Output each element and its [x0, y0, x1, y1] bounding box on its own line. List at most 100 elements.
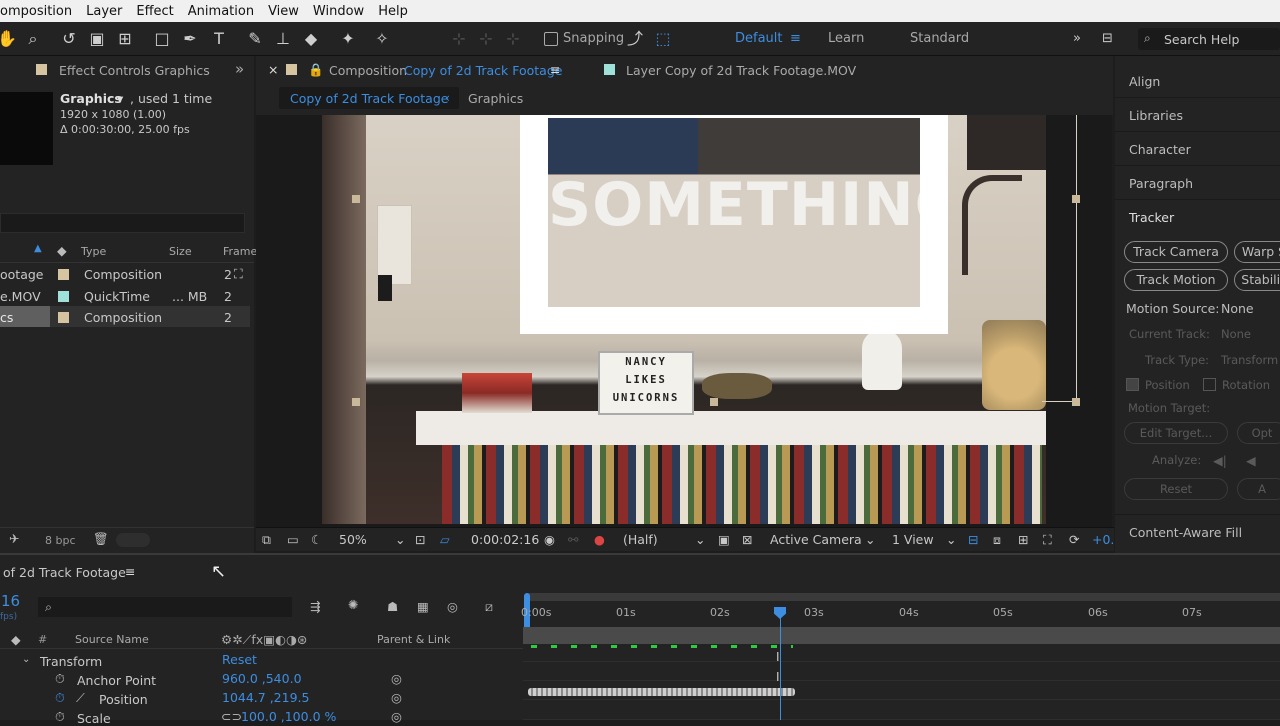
apply-button[interactable]: A	[1237, 478, 1280, 500]
zoom-select[interactable]: 50%	[339, 532, 367, 547]
camera-tool-icon[interactable]: ▣	[86, 28, 108, 50]
workspace-menu-icon[interactable]: ≡	[790, 31, 801, 46]
pickwhip-icon[interactable]: ◎	[391, 690, 402, 705]
clone-stamp-tool-icon[interactable]: ⊥	[272, 28, 294, 50]
layer-handle[interactable]	[710, 398, 718, 406]
track-camera-button[interactable]: Track Camera	[1124, 241, 1228, 263]
zoom-tool-icon[interactable]: ⌕	[22, 28, 44, 50]
flowchart-icon[interactable]: ⛶	[1043, 532, 1052, 548]
snapshot-icon[interactable]: ◉	[544, 532, 555, 547]
breadcrumb-active[interactable]: Copy of 2d Track Footage ‹	[279, 87, 459, 109]
track-motion-button[interactable]: Track Motion	[1124, 269, 1228, 291]
bpc-label[interactable]: 8 bpc	[45, 534, 76, 547]
flowchart-icon[interactable]: ⛶	[234, 266, 243, 282]
menu-animation[interactable]: Animation	[181, 4, 261, 19]
brush-tool-icon[interactable]: ✎	[244, 28, 266, 50]
stopwatch-icon[interactable]: ⏱	[55, 671, 65, 687]
panel-toggle-icon[interactable]: ⊟	[1102, 31, 1113, 46]
col-size[interactable]: Size	[169, 245, 192, 258]
options-button[interactable]: Opt	[1237, 422, 1280, 444]
position-checkbox[interactable]	[1126, 378, 1139, 391]
col-parent-link[interactable]: Parent & Link	[377, 633, 450, 646]
chevron-down-icon[interactable]: ⌄	[395, 532, 405, 547]
shy-layers-icon[interactable]: ☗	[387, 599, 398, 614]
warp-stabilizer-button[interactable]: Warp S	[1234, 241, 1280, 263]
workspace-standard[interactable]: Standard	[910, 31, 969, 46]
col-frame[interactable]: Frame	[223, 245, 257, 258]
rotation-checkbox[interactable]	[1203, 378, 1216, 391]
panel-character[interactable]: Character	[1129, 142, 1191, 157]
item-dropdown-icon[interactable]: ▾	[117, 91, 123, 106]
label-column-icon[interactable]: ◆	[11, 632, 21, 647]
puppet-tool-icon[interactable]: ✧	[371, 28, 393, 50]
motion-blur-icon[interactable]: ◎	[447, 599, 458, 614]
project-row[interactable]: cs Composition 2	[0, 306, 250, 327]
eraser-tool-icon[interactable]: ◆	[300, 28, 322, 50]
layer-handle[interactable]	[1072, 195, 1080, 203]
pen-tool-icon[interactable]: ✒	[179, 28, 201, 50]
sort-icon[interactable]: ▲	[34, 243, 42, 254]
breadcrumb-next[interactable]: Graphics	[468, 91, 523, 106]
view-layout-select[interactable]: 1 View	[892, 532, 934, 547]
layer-duration-bar[interactable]	[523, 627, 1280, 644]
search-help-field[interactable]: ⌕ Search Help	[1138, 28, 1280, 50]
rectangle-tool-icon[interactable]: □	[151, 28, 173, 50]
axis-tool-icon[interactable]: ⊹	[448, 28, 470, 50]
preview-icon[interactable]: ⧉	[262, 532, 271, 548]
menu-effect[interactable]: Effect	[129, 4, 180, 19]
rotate-tool-icon[interactable]: ↺	[58, 28, 80, 50]
pickwhip-icon[interactable]: ◎	[391, 671, 402, 686]
channel-icon[interactable]: ●	[594, 532, 605, 547]
menu-help[interactable]: Help	[371, 4, 415, 19]
effect-controls-tab[interactable]: Effect Controls Graphics	[59, 63, 210, 78]
chevron-down-icon[interactable]: ⌄	[946, 532, 956, 547]
stabilize-motion-button[interactable]: Stabiliz	[1234, 269, 1280, 291]
roi-icon[interactable]: ▣	[718, 532, 730, 547]
stopwatch-icon[interactable]: ⏱	[55, 709, 65, 725]
pan-behind-tool-icon[interactable]: ⊞	[114, 28, 136, 50]
frame-blending-icon[interactable]: ▦	[417, 599, 429, 614]
reset-button[interactable]: Reset	[1124, 478, 1228, 500]
workspace-overflow-icon[interactable]: »	[1073, 31, 1081, 46]
layer-handle[interactable]	[1072, 398, 1080, 406]
panel-overflow-icon[interactable]: »	[235, 60, 244, 78]
reset-exposure-icon[interactable]: ⟳	[1069, 532, 1079, 547]
show-snapshot-icon[interactable]: ⚯	[568, 532, 578, 547]
composition-viewer[interactable]: NANCY LIKES UNICORNS SOMETHING	[256, 115, 1112, 527]
position-value[interactable]: 1044.7 ,219.5	[222, 690, 309, 705]
hand-tool-icon[interactable]: ✋	[0, 28, 18, 50]
snap-icon[interactable]: ⤴	[624, 28, 646, 50]
project-slider[interactable]	[116, 533, 150, 547]
transform-expand-icon[interactable]: ⌄	[22, 654, 30, 665]
timeline-search-input[interactable]: ⌕	[38, 597, 292, 617]
position-keyframes[interactable]	[528, 688, 795, 696]
panel-tracker[interactable]: Tracker	[1129, 210, 1174, 225]
snapping-checkbox[interactable]	[544, 32, 558, 46]
project-row[interactable]: e.MOV QuickTime ... MB 2	[0, 285, 250, 306]
interpret-footage-icon[interactable]: ✈	[9, 531, 19, 546]
snap-box-icon[interactable]: ⬚	[652, 28, 674, 50]
timeline-menu-icon[interactable]: ≡	[125, 564, 135, 579]
workspace-learn[interactable]: Learn	[828, 31, 864, 46]
panel-paragraph[interactable]: Paragraph	[1129, 176, 1193, 191]
stopwatch-active-icon[interactable]: ⏱	[55, 690, 65, 706]
monitor-icon[interactable]: ▭	[287, 532, 299, 547]
work-area-bar[interactable]	[527, 593, 1280, 601]
project-row[interactable]: ootage Composition 2 ⛶	[0, 264, 250, 285]
layer-tab[interactable]: Layer Copy of 2d Track Footage.MOV	[626, 63, 856, 78]
toggle-pixel-aspect-icon[interactable]: ⊟	[968, 532, 978, 547]
draft-3d-icon[interactable]: ✺	[348, 597, 358, 612]
title-safe-icon[interactable]: ⊡	[415, 532, 425, 547]
col-type[interactable]: Type	[81, 245, 106, 258]
fast-previews-icon[interactable]: ⧈	[993, 532, 1001, 548]
analyze-back-frame-icon[interactable]: ◀	[1246, 453, 1256, 468]
menu-layer[interactable]: Layer	[79, 4, 129, 19]
menu-composition[interactable]: omposition	[0, 4, 79, 19]
graph-icon[interactable]: ⟋	[76, 690, 85, 706]
analyze-back-icon[interactable]: ◀|	[1213, 453, 1227, 468]
layer-handle[interactable]	[352, 398, 360, 406]
camera-select[interactable]: Active Camera	[770, 532, 862, 547]
chevron-down-icon[interactable]: ⌄	[695, 532, 705, 547]
timeline-tab[interactable]: of 2d Track Footage	[3, 565, 126, 580]
type-tool-icon[interactable]: T	[208, 28, 230, 50]
